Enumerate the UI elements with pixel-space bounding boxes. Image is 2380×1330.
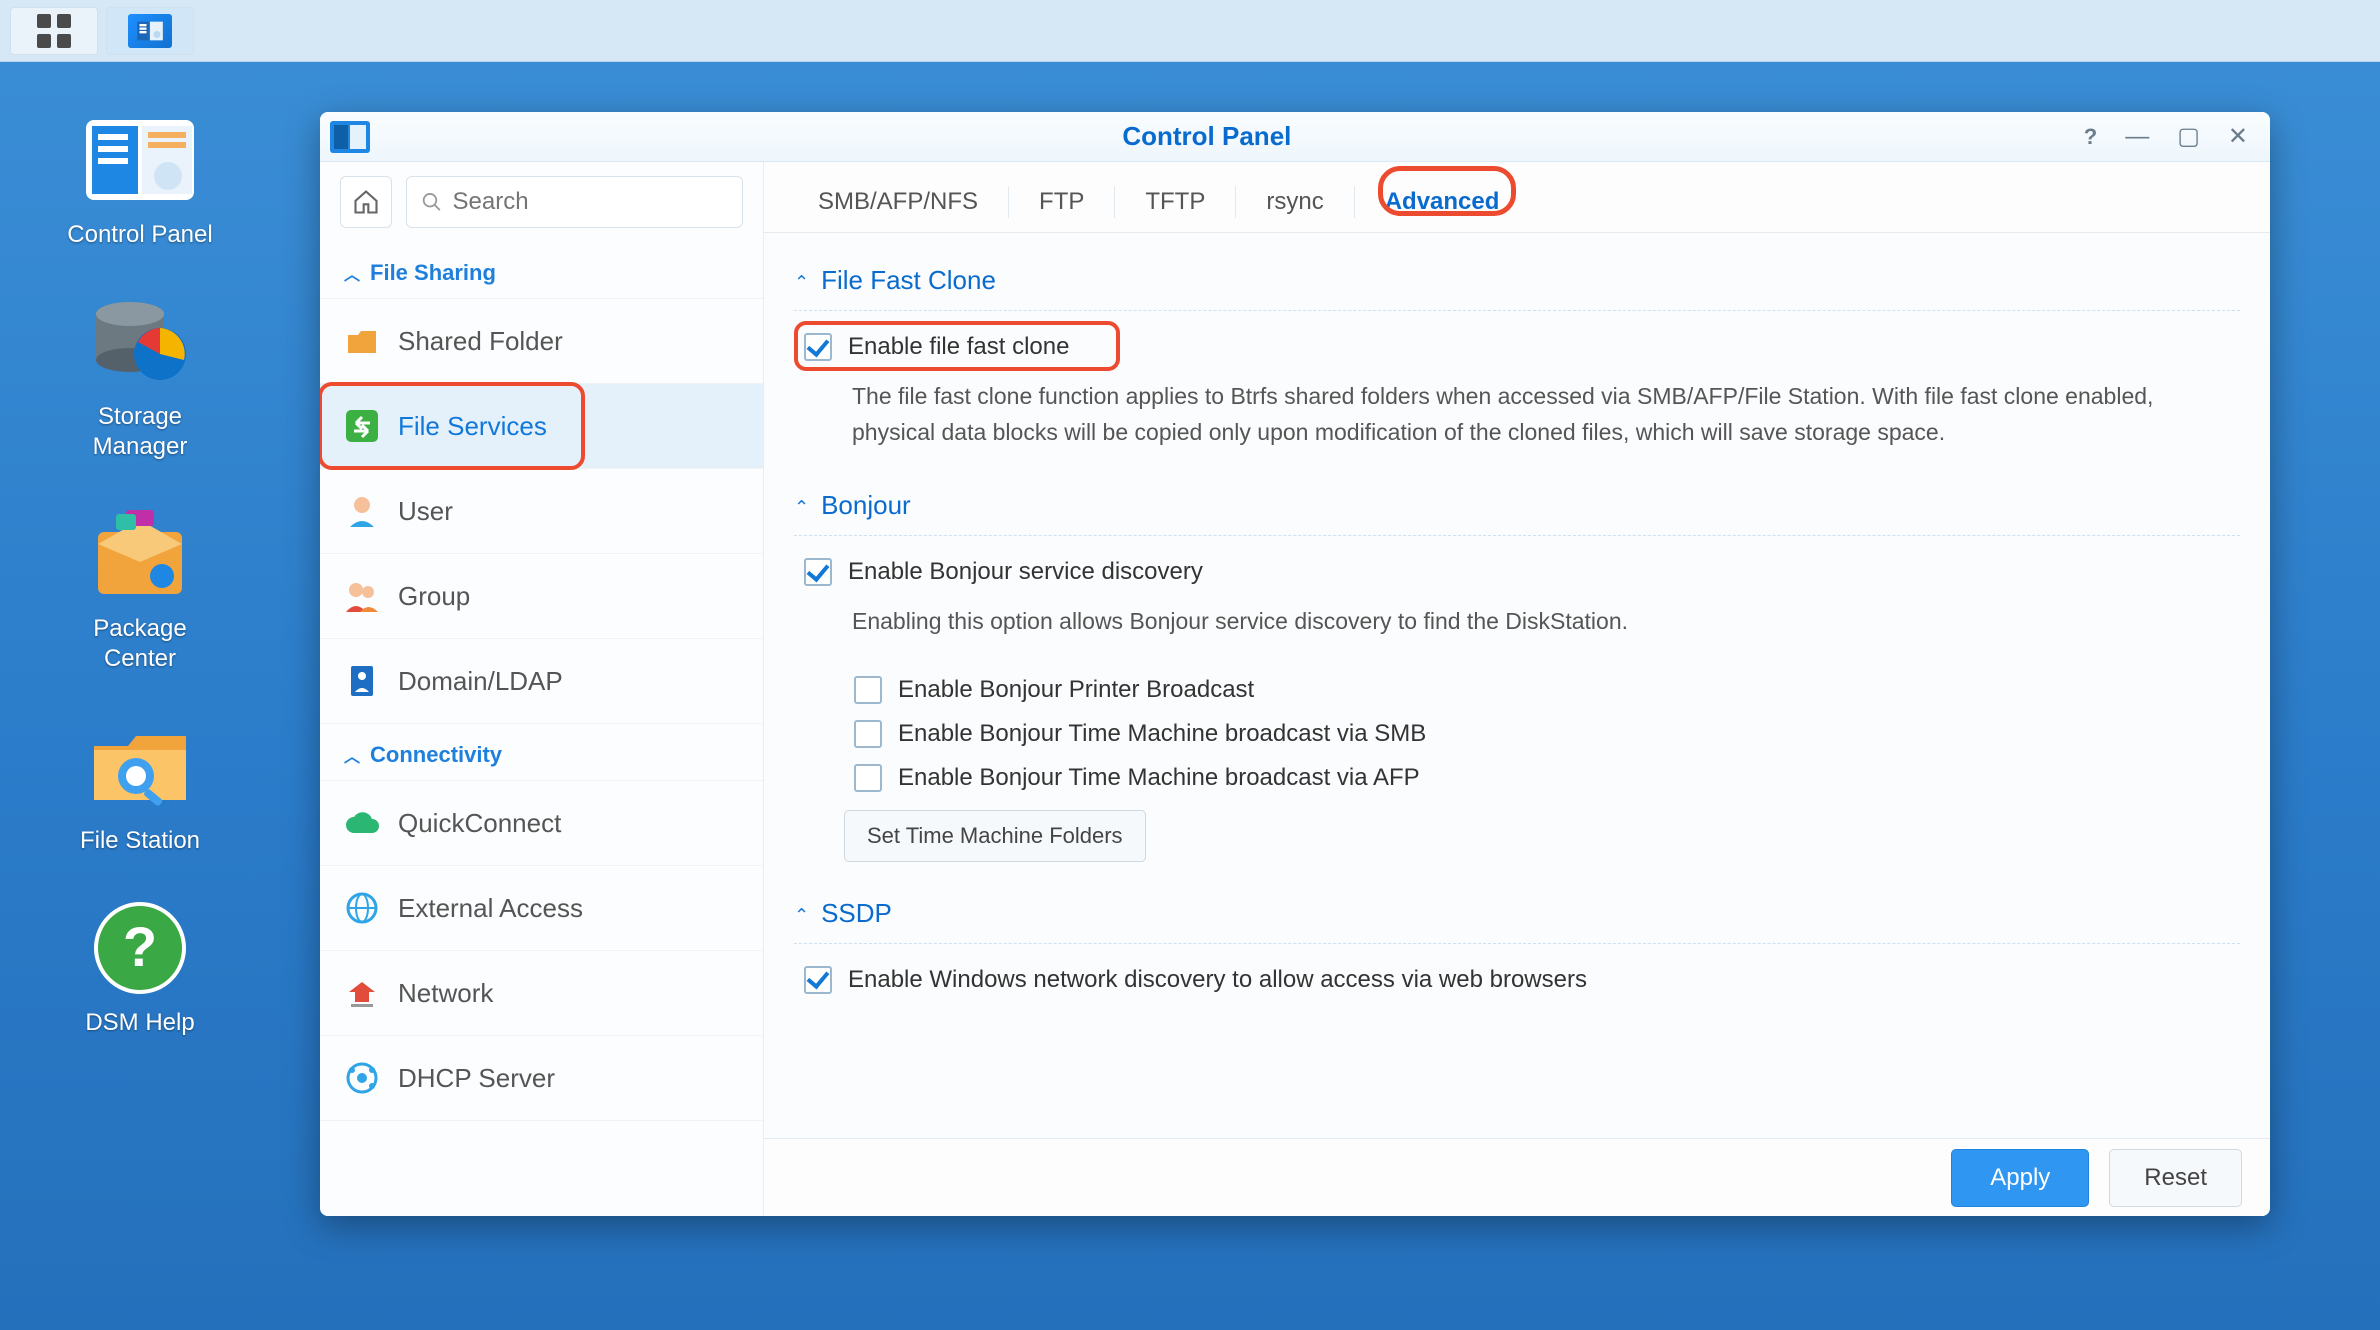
checkbox[interactable] <box>854 676 882 704</box>
dhcp-icon <box>344 1060 380 1096</box>
sidebar-item-shared-folder[interactable]: Shared Folder <box>320 299 763 384</box>
main-panel: SMB/AFP/NFS FTP TFTP rsync Advanced ⌄ Fi… <box>764 162 2270 1216</box>
taskbar <box>0 0 2380 62</box>
set-time-machine-folders-button[interactable]: Set Time Machine Folders <box>844 810 1146 862</box>
checkbox-label: Enable Bonjour service discovery <box>848 558 1203 586</box>
footer: Apply Reset <box>764 1138 2270 1216</box>
checkbox-label: Enable Windows network discovery to allo… <box>848 966 1587 994</box>
checkbox-label: Enable Bonjour Time Machine broadcast vi… <box>898 764 1420 792</box>
titlebar: Control Panel ? — ▢ ✕ <box>320 112 2270 162</box>
sidebar-item-domain-ldap[interactable]: Domain/LDAP <box>320 639 763 724</box>
desktop-icon-label: Package Center <box>93 614 186 674</box>
search-input[interactable] <box>453 188 728 216</box>
domain-ldap-icon <box>344 663 380 699</box>
desktop-icon-dsm-help[interactable]: ? DSM Help <box>40 898 240 1038</box>
minimize-button[interactable]: — <box>2125 125 2149 149</box>
checkbox[interactable] <box>804 333 832 361</box>
desktop-icon-label: DSM Help <box>85 1008 194 1038</box>
sidebar-item-network[interactable]: Network <box>320 951 763 1036</box>
tab-ftp[interactable]: FTP <box>1009 172 1114 232</box>
sidebar-item-external-access[interactable]: External Access <box>320 866 763 951</box>
maximize-button[interactable]: ▢ <box>2177 125 2200 149</box>
chevron-up-icon: ︿ <box>344 743 360 767</box>
search-icon <box>421 190 443 214</box>
tab-advanced[interactable]: Advanced <box>1355 172 1530 232</box>
tab-rsync[interactable]: rsync <box>1236 172 1353 232</box>
close-button[interactable]: ✕ <box>2228 125 2248 149</box>
control-panel-icon <box>128 14 172 48</box>
section-header-bonjour[interactable]: ⌄ Bonjour <box>794 478 2240 536</box>
sidebar-item-dhcp-server[interactable]: DHCP Server <box>320 1036 763 1121</box>
checkbox-row-bonjour-tm-afp[interactable]: Enable Bonjour Time Machine broadcast vi… <box>844 756 2240 800</box>
chevron-up-icon: ⌄ <box>794 495 809 516</box>
description-text: The file fast clone function applies to … <box>794 369 2240 478</box>
checkbox[interactable] <box>854 720 882 748</box>
sidebar-category-connectivity[interactable]: ︿ Connectivity <box>320 724 763 781</box>
desktop-icon-storage-manager[interactable]: Storage Manager <box>40 292 240 462</box>
apply-button[interactable]: Apply <box>1951 1149 2089 1207</box>
desktop-icon-package-center[interactable]: Package Center <box>40 504 240 674</box>
file-services-icon <box>344 408 380 444</box>
checkbox[interactable] <box>804 558 832 586</box>
desktop-icon-label: Control Panel <box>67 220 212 250</box>
checkbox-label: Enable Bonjour Printer Broadcast <box>898 676 1254 704</box>
checkbox[interactable] <box>854 764 882 792</box>
tabs: SMB/AFP/NFS FTP TFTP rsync Advanced <box>764 162 2270 233</box>
sidebar: ︿ File Sharing Shared Folder File Servic… <box>320 162 764 1216</box>
section-header-file-fast-clone[interactable]: ⌄ File Fast Clone <box>794 253 2240 311</box>
folder-icon <box>344 323 380 359</box>
desktop-icon-control-panel[interactable]: Control Panel <box>40 110 240 250</box>
home-icon <box>352 188 380 216</box>
checkbox[interactable] <box>804 966 832 994</box>
reset-button[interactable]: Reset <box>2109 1149 2242 1207</box>
checkbox-label: Enable Bonjour Time Machine broadcast vi… <box>898 720 1426 748</box>
tab-tftp[interactable]: TFTP <box>1115 172 1235 232</box>
chevron-up-icon: ⌄ <box>794 270 809 291</box>
taskbar-launcher-button[interactable] <box>10 7 98 55</box>
sidebar-category-file-sharing[interactable]: ︿ File Sharing <box>320 242 763 299</box>
window-title: Control Panel <box>330 121 2084 152</box>
help-icon[interactable]: ? <box>2084 126 2097 148</box>
sidebar-item-file-services[interactable]: File Services <box>320 384 763 469</box>
group-icon <box>344 578 380 614</box>
tab-smb-afp-nfs[interactable]: SMB/AFP/NFS <box>788 172 1008 232</box>
desktop-icon-label: File Station <box>80 826 200 856</box>
checkbox-row-enable-ssdp[interactable]: Enable Windows network discovery to allo… <box>794 958 2240 1002</box>
sidebar-item-user[interactable]: User <box>320 469 763 554</box>
user-icon <box>344 493 380 529</box>
globe-icon <box>344 890 380 926</box>
checkbox-row-enable-file-fast-clone[interactable]: Enable file fast clone <box>794 325 2240 369</box>
content-area: ⌄ File Fast Clone Enable file fast clone… <box>764 233 2270 1138</box>
cloud-icon <box>344 805 380 841</box>
desktop-icon-file-station[interactable]: File Station <box>40 716 240 856</box>
chevron-up-icon: ︿ <box>344 261 360 285</box>
description-text: Enabling this option allows Bonjour serv… <box>794 594 2240 668</box>
sidebar-item-quickconnect[interactable]: QuickConnect <box>320 781 763 866</box>
checkbox-label: Enable file fast clone <box>848 333 1069 361</box>
section-header-ssdp[interactable]: ⌄ SSDP <box>794 886 2240 944</box>
home-button[interactable] <box>340 176 392 228</box>
grid-icon <box>37 14 71 48</box>
checkbox-row-enable-bonjour[interactable]: Enable Bonjour service discovery <box>794 550 2240 594</box>
desktop-icons: Control Panel Storage Manager Package Ce… <box>40 110 240 1038</box>
taskbar-control-panel-button[interactable] <box>106 7 194 55</box>
sidebar-item-group[interactable]: Group <box>320 554 763 639</box>
chevron-up-icon: ⌄ <box>794 903 809 924</box>
desktop-icon-label: Storage Manager <box>93 402 188 462</box>
control-panel-window: Control Panel ? — ▢ ✕ ︿ File S <box>320 112 2270 1216</box>
svg-text:?: ? <box>123 915 157 978</box>
checkbox-row-bonjour-tm-smb[interactable]: Enable Bonjour Time Machine broadcast vi… <box>844 712 2240 756</box>
search-field-wrap[interactable] <box>406 176 743 228</box>
checkbox-row-bonjour-printer[interactable]: Enable Bonjour Printer Broadcast <box>844 668 2240 712</box>
network-icon <box>344 975 380 1011</box>
